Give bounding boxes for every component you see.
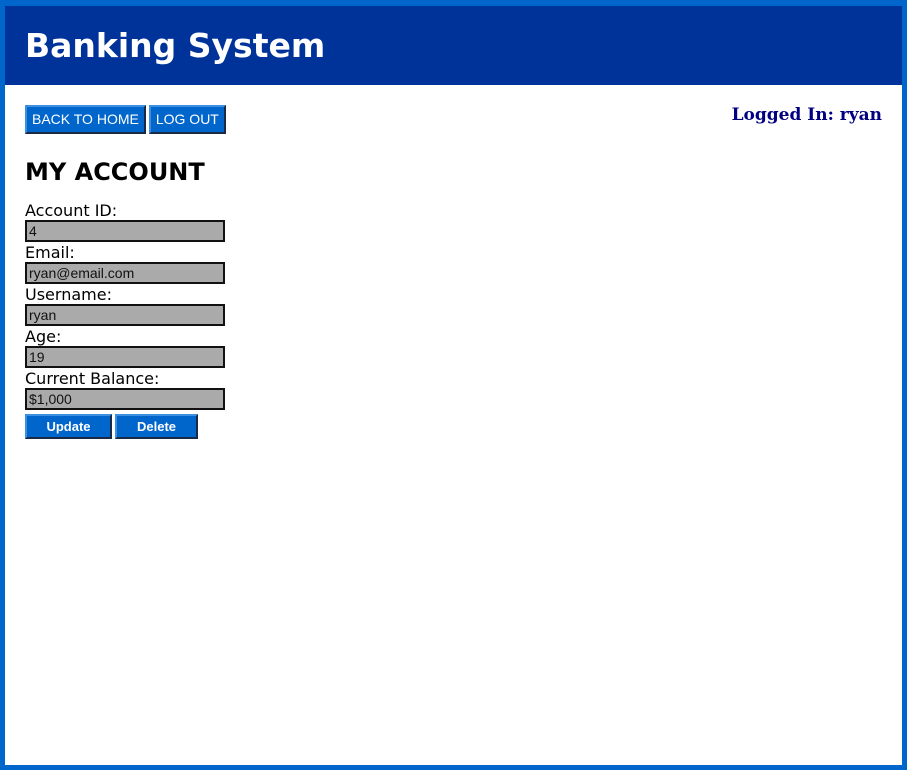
top-nav: BACK TO HOME LOG OUT Logged In: ryan <box>25 105 882 134</box>
app-window: Banking System BACK TO HOME LOG OUT Logge… <box>0 0 907 770</box>
age-label: Age: <box>25 327 62 346</box>
delete-button[interactable]: Delete <box>115 414 198 439</box>
page-title: MY ACCOUNT <box>25 158 205 186</box>
current-balance-field[interactable] <box>25 388 225 410</box>
username-label: Username: <box>25 285 112 304</box>
main-content: BACK TO HOME LOG OUT Logged In: ryan MY A… <box>5 85 902 439</box>
email-field[interactable] <box>25 262 225 284</box>
email-label: Email: <box>25 243 75 262</box>
log-out-button[interactable]: LOG OUT <box>148 105 226 134</box>
account-form: Account ID: Email: Username: Age: Curren… <box>25 202 882 439</box>
logged-in-status: Logged In: ryan <box>731 105 882 125</box>
account-id-label: Account ID: <box>25 201 118 220</box>
back-to-home-button[interactable]: BACK TO HOME <box>25 105 146 134</box>
form-actions: Update Delete <box>25 414 882 439</box>
username-field[interactable] <box>25 304 225 326</box>
app-title: Banking System <box>25 26 326 65</box>
account-id-field[interactable] <box>25 220 225 242</box>
header-bar: Banking System <box>5 6 902 85</box>
age-field[interactable] <box>25 346 225 368</box>
update-button[interactable]: Update <box>25 414 112 439</box>
current-balance-label: Current Balance: <box>25 369 160 388</box>
